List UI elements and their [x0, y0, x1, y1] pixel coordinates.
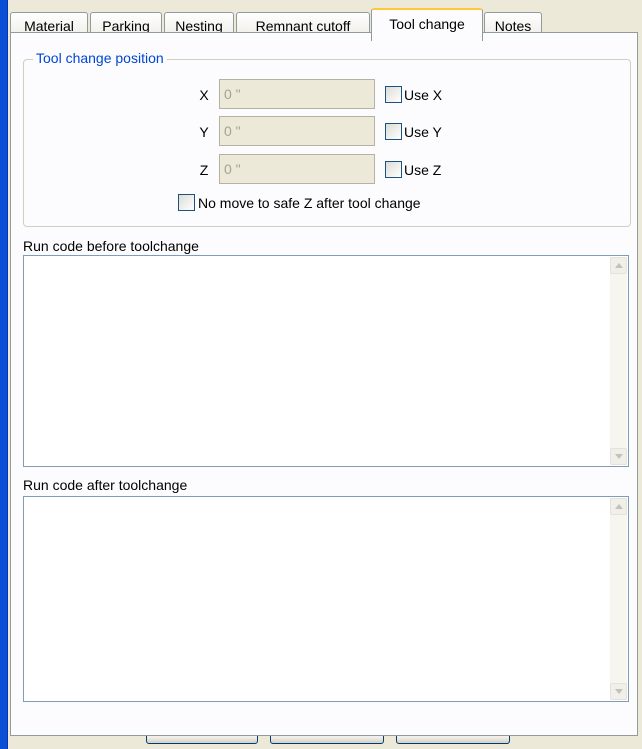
- run-after-scrollbar[interactable]: [610, 498, 627, 700]
- run-before-label: Run code before toolchange: [23, 238, 199, 254]
- use-x-checkbox[interactable]: [385, 86, 402, 103]
- window-left-border: [0, 0, 8, 749]
- chevron-up-icon: [614, 504, 623, 509]
- tab-tool-change[interactable]: Tool change: [371, 8, 483, 41]
- use-z-label: Use Z: [404, 162, 442, 178]
- tab-panel-tool-change: Tool change position X Use X Y Use Y Z U…: [10, 32, 638, 736]
- chevron-up-icon: [614, 263, 623, 268]
- x-position-input[interactable]: [219, 79, 375, 109]
- chevron-down-icon: [614, 454, 623, 459]
- run-after-label: Run code after toolchange: [23, 477, 188, 493]
- scroll-up-button[interactable]: [610, 257, 627, 274]
- z-position-input[interactable]: [219, 154, 375, 184]
- no-move-safe-z-label: No move to safe Z after tool change: [198, 195, 421, 211]
- run-after-textarea[interactable]: [23, 496, 629, 702]
- scroll-up-button[interactable]: [610, 498, 627, 515]
- use-x-label: Use X: [404, 87, 443, 103]
- run-before-textarea[interactable]: [23, 255, 629, 467]
- no-move-safe-z-checkbox[interactable]: [178, 194, 195, 211]
- x-label: X: [199, 87, 209, 103]
- scroll-down-button[interactable]: [610, 448, 627, 465]
- use-z-checkbox[interactable]: [385, 161, 402, 178]
- z-label: Z: [199, 162, 209, 178]
- use-y-label: Use Y: [404, 124, 442, 140]
- use-y-checkbox[interactable]: [385, 123, 402, 140]
- y-position-input[interactable]: [219, 116, 375, 146]
- group-title: Tool change position: [33, 50, 167, 66]
- dialog-window: Material Parking Nesting Remnant cutoff …: [0, 0, 642, 749]
- run-before-scrollbar[interactable]: [610, 257, 627, 465]
- scroll-down-button[interactable]: [610, 683, 627, 700]
- y-label: Y: [199, 124, 209, 140]
- chevron-down-icon: [614, 689, 623, 694]
